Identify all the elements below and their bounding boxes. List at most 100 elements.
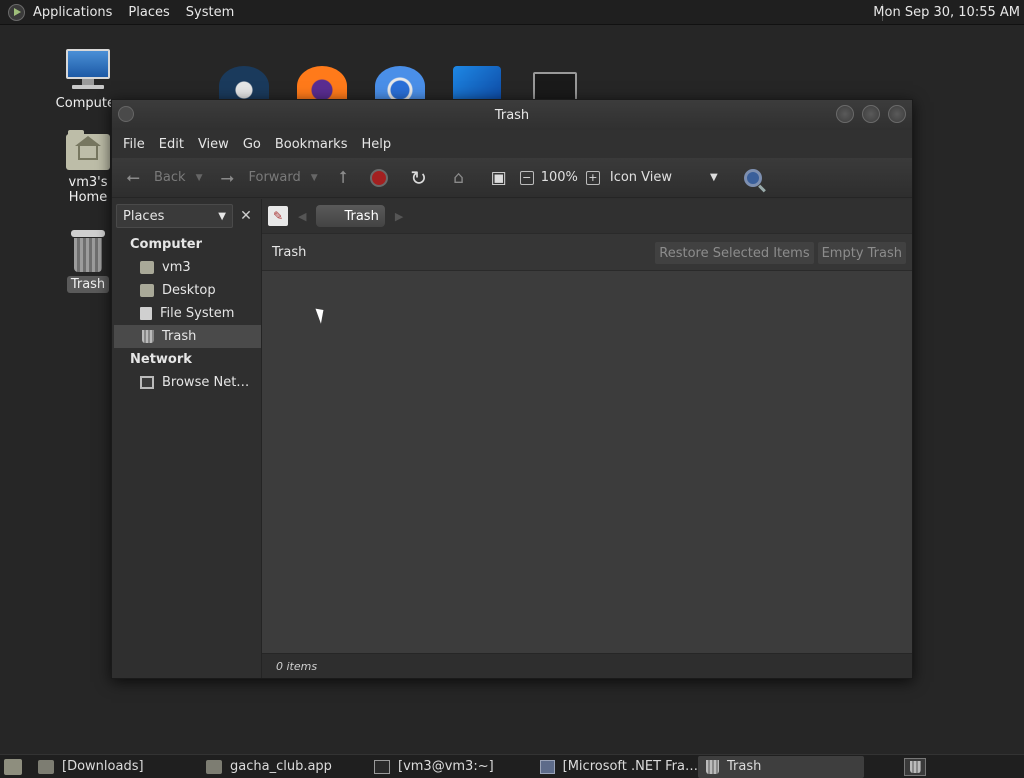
network-icon <box>140 376 154 389</box>
desktop-icon-label: Trash <box>66 276 110 293</box>
trash-info-bar: Trash Restore Selected Items Empty Trash <box>262 233 912 271</box>
info-bar-label: Trash <box>272 244 307 260</box>
reload-icon[interactable]: ↻ <box>408 166 430 190</box>
path-bar: ✎ ◀ Trash ▶ <box>262 199 912 233</box>
sidebar-item-label: File System <box>160 306 235 321</box>
distro-logo-icon[interactable] <box>8 3 25 21</box>
home-folder-icon <box>140 261 154 274</box>
sidebar-selector-value: Places <box>123 208 165 224</box>
chevron-right-icon[interactable]: ▶ <box>395 210 403 223</box>
sidebar: Places ▼ ✕ Computer vm3 Desktop File Sys… <box>112 199 262 678</box>
item-count: 0 items <box>276 659 318 673</box>
sidebar-item-label: vm3 <box>162 260 191 275</box>
window-menu-icon[interactable] <box>118 106 134 122</box>
task-trash[interactable]: Trash <box>698 755 864 778</box>
window-icon <box>540 759 555 774</box>
forward-label: Forward <box>248 170 301 185</box>
computer-icon <box>64 47 112 91</box>
arrow-right-icon: ⭢ <box>220 167 235 188</box>
sidebar-item-browse-network[interactable]: Browse Net… <box>112 371 261 394</box>
trash-icon <box>71 230 105 272</box>
menu-edit[interactable]: Edit <box>152 137 191 152</box>
sidebar-item-label: Trash <box>162 329 197 344</box>
zoom-in-icon[interactable]: + <box>585 170 600 185</box>
terminal-icon <box>374 759 390 774</box>
sidebar-item-trash[interactable]: Trash <box>114 325 261 348</box>
window-title: Trash <box>494 107 530 123</box>
task-label: [Microsoft .NET Fra… <box>562 759 698 774</box>
computer-icon[interactable]: ▣ <box>488 167 510 189</box>
maximize-button[interactable] <box>862 105 880 123</box>
breadcrumb-label: Trash <box>344 208 379 224</box>
minimize-button[interactable] <box>836 105 854 123</box>
task-label: Trash <box>727 759 762 774</box>
task-label: [Downloads] <box>62 759 144 774</box>
forward-button[interactable]: ⭢ Forward ▼ <box>216 167 325 189</box>
menu-view[interactable]: View <box>191 137 236 152</box>
show-desktop-icon[interactable] <box>4 758 22 775</box>
top-panel: Applications Places System Mon Sep 30, 1… <box>0 0 1024 25</box>
view-mode-select[interactable]: Icon View ▼ <box>610 170 718 185</box>
back-button[interactable]: ⭠ Back ▼ <box>122 167 210 189</box>
trash-applet[interactable] <box>904 758 926 776</box>
applications-menu[interactable]: Applications <box>25 0 120 25</box>
stop-icon[interactable] <box>369 168 388 187</box>
home-icon[interactable]: ⌂ <box>448 167 470 189</box>
menubar: File Edit View Go Bookmarks Help <box>112 130 912 158</box>
breadcrumb[interactable]: Trash <box>316 205 385 227</box>
sidebar-item-file-system[interactable]: File System <box>112 302 261 325</box>
window-titlebar[interactable]: Trash <box>112 100 912 130</box>
folder-icon <box>38 759 54 774</box>
trash-icon <box>142 330 154 343</box>
chevron-down-icon: ▼ <box>218 210 226 222</box>
arrow-left-icon: ⭠ <box>126 167 140 188</box>
up-arrow-icon[interactable]: ⭡ <box>332 167 354 189</box>
chevron-left-icon[interactable]: ◀ <box>298 210 306 223</box>
file-manager-window: Trash File Edit View Go Bookmarks Help ⭠… <box>111 99 913 679</box>
task-label: [vm3@vm3:~] <box>398 759 494 774</box>
sidebar-selector[interactable]: Places ▼ <box>116 204 233 228</box>
sidebar-heading-computer: Computer <box>130 237 203 252</box>
trash-icon <box>909 761 921 773</box>
desktop-folder-icon <box>140 284 154 297</box>
task-label: gacha_club.app <box>230 759 332 774</box>
menu-file[interactable]: File <box>116 137 152 152</box>
task-dotnet[interactable]: [Microsoft .NET Fra… <box>532 756 698 778</box>
task-terminal[interactable]: [vm3@vm3:~] <box>366 756 532 778</box>
search-icon[interactable] <box>743 168 762 187</box>
status-bar: 0 items <box>262 653 912 678</box>
menu-help[interactable]: Help <box>354 137 398 152</box>
sidebar-item-label: Desktop <box>162 283 216 298</box>
folder-icon <box>206 759 222 774</box>
chevron-down-icon: ▼ <box>710 172 718 183</box>
clock[interactable]: Mon Sep 30, 10:55 AM <box>873 0 1020 25</box>
toolbar: ⭠ Back ▼ ⭢ Forward ▼ ⭡ ↻ ⌂ ▣ − 100% + Ic… <box>112 158 912 198</box>
places-menu[interactable]: Places <box>120 0 177 25</box>
sidebar-item-vm3[interactable]: vm3 <box>112 256 261 279</box>
view-mode-value: Icon View <box>609 170 673 185</box>
sidebar-item-desktop[interactable]: Desktop <box>112 279 261 302</box>
empty-trash-button[interactable]: Empty Trash <box>817 242 906 264</box>
home-folder-icon <box>66 130 110 170</box>
file-view[interactable] <box>262 271 912 653</box>
menu-go[interactable]: Go <box>236 137 268 152</box>
close-icon[interactable]: ✕ <box>235 205 257 227</box>
bottom-panel: [Downloads] gacha_club.app [vm3@vm3:~] [… <box>0 754 1024 778</box>
mouse-cursor-icon <box>315 306 328 324</box>
menu-bookmarks[interactable]: Bookmarks <box>268 137 355 152</box>
sidebar-heading-network: Network <box>130 352 192 367</box>
close-button[interactable] <box>888 105 906 123</box>
chevron-down-icon[interactable]: ▼ <box>311 173 318 183</box>
sidebar-item-label: Browse Net… <box>162 375 250 390</box>
trash-icon <box>706 759 719 774</box>
chevron-down-icon[interactable]: ▼ <box>196 173 203 183</box>
zoom-level: 100% <box>540 170 578 185</box>
system-menu[interactable]: System <box>178 0 242 25</box>
task-gacha-club[interactable]: gacha_club.app <box>198 756 366 778</box>
main-pane: ✎ ◀ Trash ▶ Trash Restore Selected Items… <box>262 199 912 678</box>
drive-icon <box>140 307 152 320</box>
edit-location-icon[interactable]: ✎ <box>268 206 288 226</box>
task-downloads[interactable]: [Downloads] <box>30 756 198 778</box>
restore-selected-button[interactable]: Restore Selected Items <box>655 242 814 264</box>
zoom-out-icon[interactable]: − <box>519 170 534 185</box>
